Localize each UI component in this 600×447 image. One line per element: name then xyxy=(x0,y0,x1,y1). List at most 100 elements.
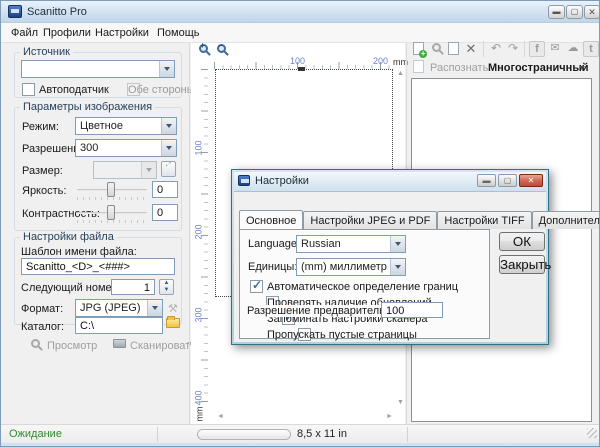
next-number-input[interactable]: 1 xyxy=(111,279,155,295)
mode-select-value: Цветное xyxy=(80,120,160,132)
dialog-maximize-button[interactable]: ▢ xyxy=(498,174,517,187)
dialog-close-button[interactable]: ✕ xyxy=(519,174,543,187)
resize-grip[interactable] xyxy=(587,428,597,438)
v-ruler-label-100: 100 xyxy=(194,140,204,155)
chevron-down-icon xyxy=(147,300,162,316)
folder-browse-icon[interactable] xyxy=(166,315,180,328)
menu-file[interactable]: Файл xyxy=(7,26,42,40)
dialog-close-action-button[interactable]: Закрыть xyxy=(499,255,545,274)
dialog-title: Настройки xyxy=(255,175,309,187)
share-mail-icon[interactable]: ✉ xyxy=(547,41,563,57)
multipage-button[interactable]: Многостраничный xyxy=(488,62,588,74)
folder-label: Каталог: xyxy=(21,321,64,333)
file-settings-title: Настройки файла xyxy=(20,231,117,243)
template-input[interactable]: Scanitto_<D>_<###> xyxy=(21,258,175,275)
redo-icon[interactable]: ↷ xyxy=(505,41,521,57)
tab-jpeg-pdf[interactable]: Настройки JPEG и PDF xyxy=(303,211,437,229)
dialog-body: Основное Настройки JPEG и PDF Настройки … xyxy=(234,191,546,342)
h-scrollbar-right-arrow[interactable]: ► xyxy=(386,413,393,420)
size-label: Размер: xyxy=(22,165,63,177)
maximize-button[interactable]: ▢ xyxy=(566,5,583,19)
menu-profiles[interactable]: Профили xyxy=(39,26,95,40)
v-scrollbar-down-arrow[interactable]: ▼ xyxy=(397,399,404,406)
units-select[interactable]: (mm) миллиметр xyxy=(296,258,406,276)
v-ruler-label-300: 300 xyxy=(194,307,204,322)
autofeed-label: Автоподатчик xyxy=(39,84,109,96)
left-divider xyxy=(189,43,190,426)
autofeed-checkbox[interactable] xyxy=(22,83,35,96)
zoom-out-magnifier-icon[interactable]: − xyxy=(217,44,226,53)
h-scrollbar-left-arrow[interactable]: ◄ xyxy=(217,413,224,420)
zoom-in-magnifier-icon[interactable]: + xyxy=(199,44,208,53)
dialog-tabs: Основное Настройки JPEG и PDF Настройки … xyxy=(239,211,600,229)
status-separator xyxy=(407,427,408,442)
toolbar-separator xyxy=(483,41,484,57)
tab-advanced[interactable]: Дополнительно xyxy=(532,211,600,229)
mode-label: Режим: xyxy=(22,121,59,133)
size-select[interactable] xyxy=(93,161,157,179)
format-label: Формат: xyxy=(21,303,63,315)
language-label: Language: xyxy=(248,238,300,250)
minimize-button[interactable]: ▬ xyxy=(548,5,565,19)
resolution-select[interactable]: 300 xyxy=(75,139,177,157)
menu-settings[interactable]: Настройки xyxy=(91,26,153,40)
format-options-wrench-icon[interactable]: ⚒ xyxy=(168,302,178,315)
delete-page-icon[interactable]: ✕ xyxy=(463,41,479,57)
tab-general[interactable]: Основное xyxy=(239,210,303,229)
brightness-slider-ticks xyxy=(77,197,147,200)
add-image-icon[interactable]: + xyxy=(413,42,424,55)
close-button[interactable]: ✕ xyxy=(584,5,600,19)
edit-page-icon[interactable] xyxy=(448,42,459,55)
chevron-down-icon xyxy=(141,162,156,178)
contrast-slider-ticks xyxy=(77,220,147,223)
dialog-minimize-button[interactable]: ▬ xyxy=(477,174,496,187)
h-ruler-label-200: 200 xyxy=(373,56,388,66)
auto-borders-checkbox[interactable]: ✓ xyxy=(250,280,263,293)
menu-help[interactable]: Помощь xyxy=(153,26,204,40)
v-ruler-unit: mm xyxy=(195,407,205,422)
scanner-select[interactable] xyxy=(21,60,175,78)
checkmark: ✓ xyxy=(252,278,262,292)
share-facebook-icon[interactable]: f xyxy=(529,41,545,57)
preview-resolution-input[interactable]: 100 xyxy=(381,302,443,318)
share-cloud-icon[interactable]: ☁ xyxy=(565,41,581,57)
share-twitter-icon[interactable]: t xyxy=(583,41,599,57)
v-ruler-label-400: 400 xyxy=(194,390,204,405)
recognize-button[interactable]: Распознать xyxy=(430,62,488,74)
language-select[interactable]: Russian xyxy=(296,235,406,253)
titlebar[interactable]: Scanitto Pro ▬ ▢ ✕ xyxy=(1,1,599,23)
tab-tiff[interactable]: Настройки TIFF xyxy=(437,211,531,229)
contrast-slider[interactable] xyxy=(107,205,115,220)
size-link-icon[interactable]: ⤢ xyxy=(161,161,176,177)
selection-top-handle[interactable] xyxy=(298,67,305,71)
preview-button[interactable]: Просмотр xyxy=(47,340,97,352)
contrast-label: Контрастность: xyxy=(22,208,100,220)
v-ruler-label-200: 200 xyxy=(194,224,204,239)
contrast-input[interactable]: 0 xyxy=(152,204,178,221)
duplex-label: Обе стороны xyxy=(128,84,195,96)
status-state: Ожидание xyxy=(9,428,62,440)
brightness-label: Яркость: xyxy=(22,185,66,197)
resolution-select-value: 300 xyxy=(80,142,160,154)
undo-icon[interactable]: ↶ xyxy=(488,41,504,57)
source-group-title: Источник xyxy=(20,46,73,58)
multipage-chevron-icon[interactable] xyxy=(579,66,585,70)
auto-borders-label: Автоматическое определение границ xyxy=(267,281,458,293)
h-ruler-label-100: 100 xyxy=(290,56,305,66)
ok-button[interactable]: ОК xyxy=(499,232,545,251)
preview-resolution-label: Разрешение предварительног xyxy=(247,305,401,317)
ocr-page-icon xyxy=(413,60,424,73)
folder-input[interactable]: C:\ xyxy=(75,317,163,334)
dialog-titlebar[interactable]: Настройки ▬ ▢ ✕ xyxy=(234,172,546,191)
chevron-down-icon xyxy=(159,61,174,77)
preview-page-magnifier-icon[interactable] xyxy=(432,43,441,52)
template-label: Шаблон имени файла: xyxy=(21,246,137,258)
brightness-slider[interactable] xyxy=(107,182,115,197)
format-select[interactable]: JPG (JPEG) xyxy=(75,299,163,317)
brightness-input[interactable]: 0 xyxy=(152,181,178,198)
mode-select[interactable]: Цветное xyxy=(75,117,177,135)
v-scrollbar-up-arrow[interactable]: ▲ xyxy=(397,70,404,77)
next-number-stepper[interactable]: ▲▼ xyxy=(159,279,174,295)
status-page-size: 8,5 x 11 in xyxy=(297,428,347,440)
app-icon xyxy=(8,5,22,18)
